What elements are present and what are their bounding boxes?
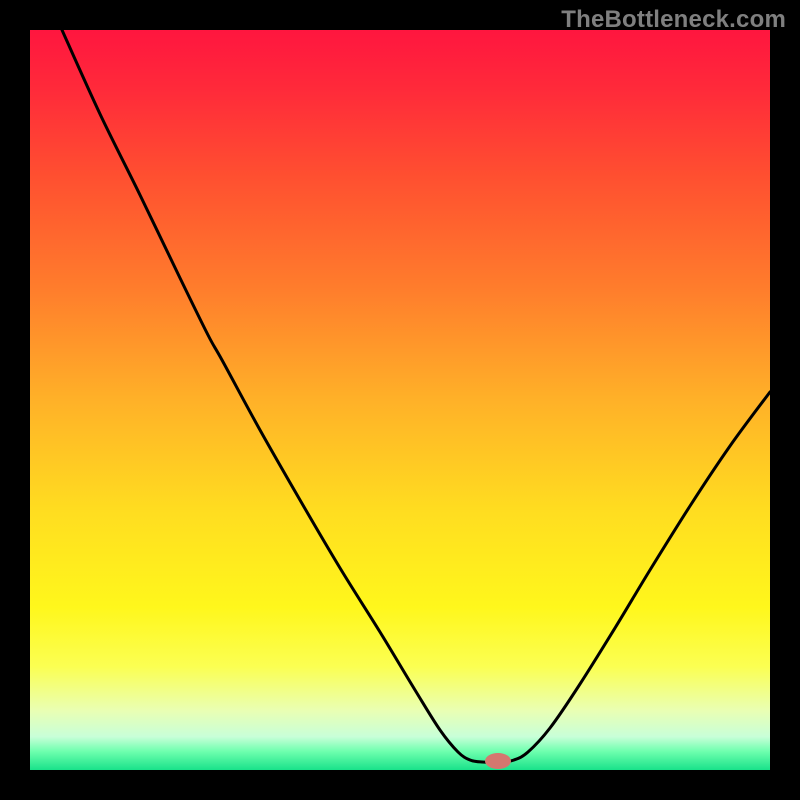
watermark: TheBottleneck.com xyxy=(561,6,786,34)
chart-svg xyxy=(30,30,770,770)
plot-background xyxy=(30,30,770,770)
chart-container: TheBottleneck.com xyxy=(0,0,800,800)
optimal-point-marker xyxy=(485,753,511,769)
bottleneck-curve-plot xyxy=(30,30,770,770)
